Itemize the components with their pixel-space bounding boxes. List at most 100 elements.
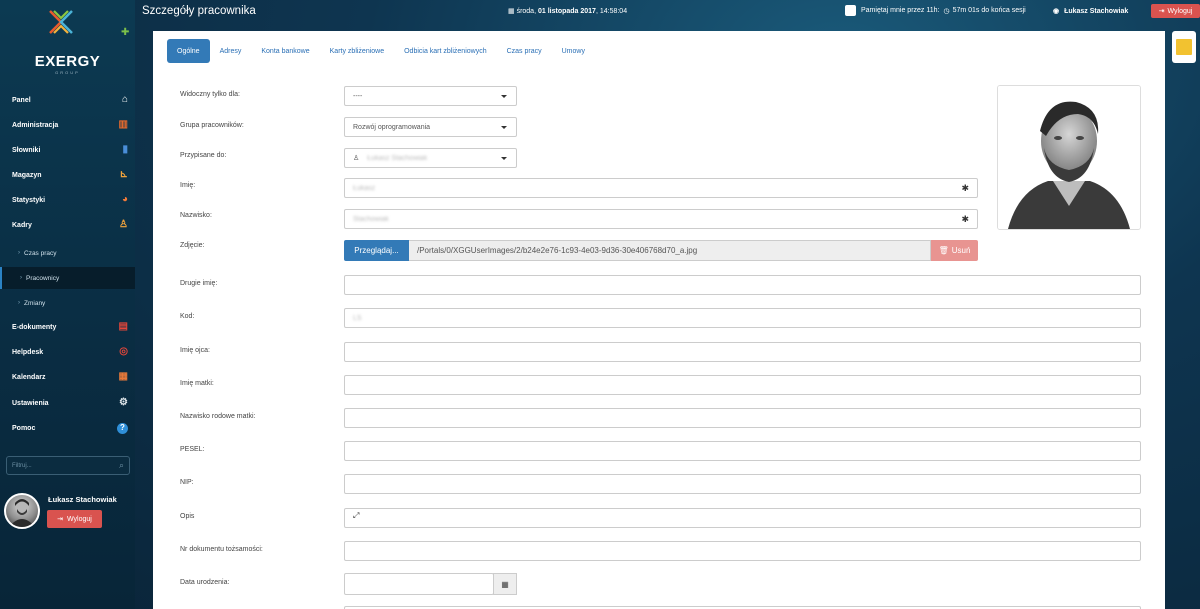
tab-adresy[interactable]: Adresy: [210, 39, 252, 63]
sidebar-filter-input[interactable]: Filtruj... ⌕: [6, 456, 130, 475]
user-icon: ◉: [1053, 8, 1060, 15]
pin-icon[interactable]: ✚: [121, 27, 129, 38]
sidebar: EXERGY GROUP ✚ Panel ⌂ Administracja ▥ S…: [0, 0, 135, 609]
tabs: Ogólne Adresy Konta bankowe Karty zbliże…: [167, 39, 595, 63]
id-doc-label: Nr dokumentu tożsamości:: [180, 546, 263, 553]
tab-umowy[interactable]: Umowy: [552, 39, 595, 63]
date-picker-button[interactable]: ▦: [493, 573, 517, 595]
sidebar-item-statystyki[interactable]: Statystyki ◕: [0, 189, 135, 211]
sidebar-subitem-pracownicy[interactable]: › Pracownicy: [0, 267, 135, 289]
assigned-to-value: Łukasz Stachowiak: [367, 154, 428, 162]
sidebar-item-kadry[interactable]: Kadry ♙: [0, 214, 135, 236]
mother-name-input[interactable]: [344, 375, 1141, 395]
trash-icon: 🗑: [938, 246, 949, 255]
top-user-label: Łukasz Stachowiak: [1064, 8, 1129, 15]
sticky-note-icon: [1176, 39, 1192, 55]
sidebar-user-name: Łukasz Stachowiak: [48, 495, 117, 504]
sidebar-item-pomoc[interactable]: Pomoc ?: [0, 417, 135, 439]
sidebar-item-e-dokumenty[interactable]: E-dokumenty ▤: [0, 316, 135, 338]
tab-karty-zblizeniowe[interactable]: Karty zbliżeniowe: [320, 39, 394, 63]
logo[interactable]: EXERGY GROUP ✚: [0, 0, 135, 88]
delete-label: Usuń: [951, 246, 971, 255]
second-name-input[interactable]: [344, 275, 1141, 295]
last-name-label: Nazwisko:: [180, 212, 212, 219]
first-name-input[interactable]: Łukasz ✱: [344, 178, 978, 198]
mother-maiden-input[interactable]: [344, 408, 1141, 428]
logo-text: EXERGY: [34, 53, 101, 70]
top-logout-button[interactable]: ⇥ Wyloguj: [1151, 4, 1200, 18]
forklift-icon: ⊾: [119, 169, 128, 180]
clock-icon: ◷: [943, 7, 950, 15]
required-icon: ✱: [961, 214, 969, 224]
sidebar-item-label: Kalendarz: [12, 373, 46, 381]
pdf-icon: ▤: [118, 321, 128, 332]
last-name-value: Stachowiak: [353, 215, 389, 223]
sidebar-subitem-czas-pracy[interactable]: › Czas pracy: [0, 242, 135, 264]
group-select[interactable]: Rozwój oprogramowania: [344, 117, 517, 137]
browse-button[interactable]: Przeglądaj...: [344, 240, 409, 261]
sidebar-item-administracja[interactable]: Administracja ▥: [0, 114, 135, 136]
page-title: Szczegóły pracownika: [142, 5, 256, 17]
sidebar-item-ustawienia[interactable]: Ustawienia ⚙: [0, 392, 135, 414]
code-label: Kod:: [180, 313, 195, 320]
sidebar-item-label: E-dokumenty: [12, 323, 57, 331]
sidebar-item-label: Panel: [12, 96, 31, 104]
assigned-to-select[interactable]: ♙ Łukasz Stachowiak: [344, 148, 517, 168]
person-icon: ♙: [119, 219, 128, 230]
date-prefix: środa,: [516, 8, 538, 15]
father-name-input[interactable]: [344, 342, 1141, 362]
remember-label: Pamiętaj mnie przez 11h:: [861, 7, 940, 14]
sidebar-item-label: Ustawienia: [12, 399, 49, 407]
pie-chart-icon: ◕: [121, 194, 128, 205]
nip-label: NIP:: [180, 479, 194, 486]
sidebar-item-slowniki[interactable]: Słowniki ▮: [0, 139, 135, 161]
logout-label: Wyloguj: [67, 515, 92, 523]
logo-mark-icon: [49, 10, 73, 34]
tab-odbicia-kart[interactable]: Odbicia kart zbliżeniowych: [394, 39, 496, 63]
pesel-input[interactable]: [344, 441, 1141, 461]
logout-icon: ⇥: [57, 516, 64, 523]
sidebar-item-kalendarz[interactable]: Kalendarz ▦: [0, 366, 135, 388]
id-doc-input[interactable]: [344, 541, 1141, 561]
current-datetime: ▦ środa, 01 listopada 2017, 14:58:04: [508, 7, 627, 15]
tab-konta-bankowe[interactable]: Konta bankowe: [251, 39, 319, 63]
sidebar-subitem-label: Czas pracy: [24, 249, 57, 257]
sidebar-item-label: Pomoc: [12, 424, 36, 432]
required-icon: ✱: [961, 183, 969, 193]
logout-label: Wyloguj: [1167, 7, 1193, 15]
sidebar-item-label: Kadry: [12, 221, 32, 229]
nip-input[interactable]: [344, 474, 1141, 494]
visible-for-select[interactable]: ----: [344, 86, 517, 106]
sidebar-item-label: Magazyn: [12, 171, 42, 179]
book-icon: ▮: [122, 144, 128, 155]
tab-czas-pracy[interactable]: Czas pracy: [497, 39, 552, 63]
assigned-to-label: Przypisane do:: [180, 152, 227, 159]
sidebar-logout-button[interactable]: ⇥ Wyloguj: [47, 510, 102, 528]
avatar[interactable]: [4, 493, 40, 529]
tab-ogolne[interactable]: Ogólne: [167, 39, 210, 63]
pesel-label: PESEL:: [180, 446, 205, 453]
first-name-value: Łukasz: [353, 184, 376, 192]
calendar-icon: ▦: [508, 8, 517, 15]
sidebar-item-label: Statystyki: [12, 196, 46, 204]
sidebar-item-label: Administracja: [12, 121, 59, 129]
sidebar-item-magazyn[interactable]: Magazyn ⊾: [0, 164, 135, 186]
sidebar-subitem-zmiany[interactable]: › Zmiany: [0, 292, 135, 314]
top-user-name[interactable]: ◉ Łukasz Stachowiak: [1053, 7, 1128, 15]
chevron-right-icon: ›: [18, 300, 20, 306]
remember-me: Pamiętaj mnie przez 11h: ◷ 57m 01s do ko…: [845, 5, 1026, 16]
date-bold: 01 listopada 2017: [537, 8, 596, 15]
last-name-input[interactable]: Stachowiak ✱: [344, 209, 978, 229]
sidebar-item-helpdesk[interactable]: Helpdesk ◎: [0, 341, 135, 363]
code-input[interactable]: LS: [344, 308, 1141, 328]
expand-icon[interactable]: ⤢: [353, 511, 359, 521]
help-icon: ?: [117, 422, 128, 434]
search-icon: ⌕: [118, 460, 124, 470]
remember-me-checkbox[interactable]: [845, 5, 856, 16]
sidebar-item-panel[interactable]: Panel ⌂: [0, 89, 135, 111]
filter-placeholder: Filtruj...: [12, 462, 32, 469]
description-textarea[interactable]: ⤢: [344, 508, 1141, 528]
birth-date-input[interactable]: [344, 573, 494, 595]
delete-photo-button[interactable]: 🗑 Usuń: [931, 240, 978, 261]
sticky-notes-widget[interactable]: [1172, 31, 1196, 63]
